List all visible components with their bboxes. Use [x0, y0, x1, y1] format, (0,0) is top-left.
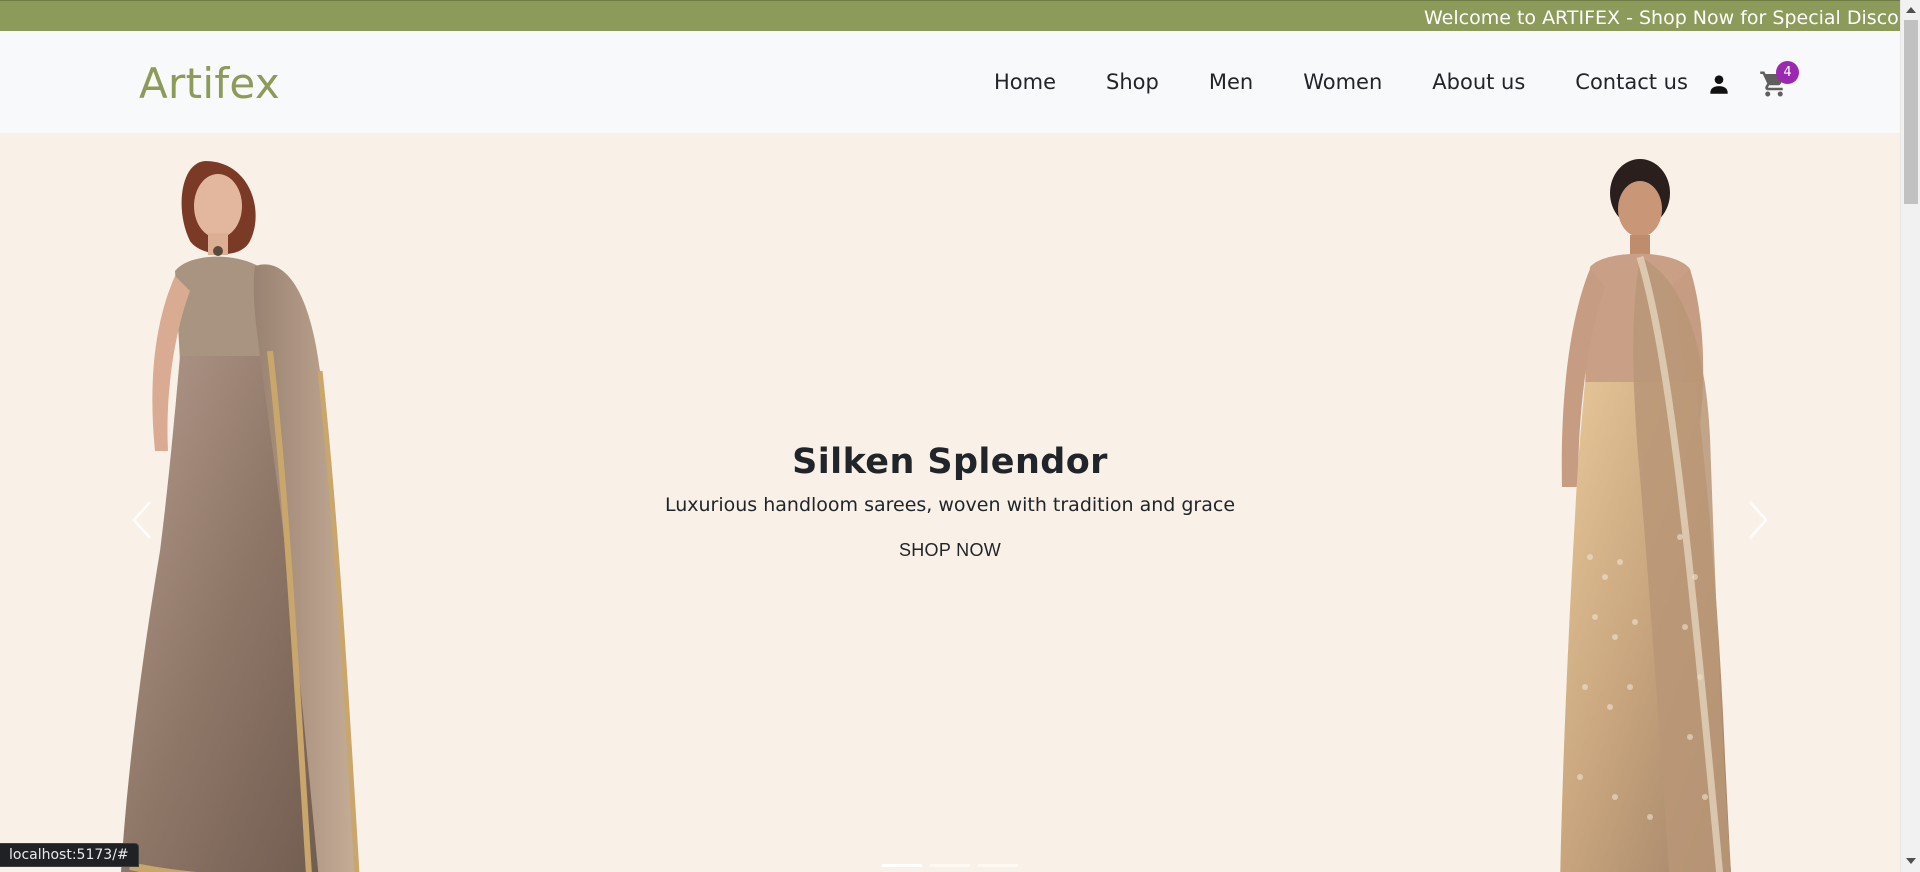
- hero-subtitle: Luxurious handloom sarees, woven with tr…: [664, 494, 1236, 516]
- nav-link-home[interactable]: Home: [994, 70, 1056, 94]
- hero-caption: Silken Splendor Luxurious handloom saree…: [650, 442, 1250, 561]
- chevron-right-icon[interactable]: [1742, 498, 1772, 542]
- navbar: Artifex Home Shop Men Women About us Con…: [0, 37, 1900, 133]
- scroll-down-arrow-icon[interactable]: [1906, 858, 1916, 864]
- announcement-text: Welcome to ARTIFEX - Shop Now for Specia…: [1424, 7, 1900, 29]
- nav-link-women[interactable]: Women: [1303, 70, 1382, 94]
- chevron-left-icon[interactable]: [128, 498, 158, 542]
- link-status-bar: localhost:5173/#: [0, 843, 139, 867]
- carousel-indicator-1[interactable]: [882, 864, 922, 867]
- carousel-indicator-2[interactable]: [930, 864, 970, 867]
- nav-links: Home Shop Men Women About us Contact us: [994, 70, 1688, 94]
- saree-model-image-left: [121, 161, 360, 872]
- hero-title: Silken Splendor: [792, 442, 1108, 482]
- nav-link-shop[interactable]: Shop: [1106, 70, 1159, 94]
- carousel-indicator-3[interactable]: [978, 864, 1018, 867]
- page-scrollbar[interactable]: [1900, 0, 1920, 872]
- nav-link-about[interactable]: About us: [1432, 70, 1525, 94]
- person-icon[interactable]: [1706, 71, 1732, 97]
- scroll-up-arrow-icon[interactable]: [1906, 7, 1916, 13]
- nav-link-contact[interactable]: Contact us: [1575, 70, 1688, 94]
- nav-link-men[interactable]: Men: [1209, 70, 1253, 94]
- scrollbar-thumb[interactable]: [1904, 20, 1918, 204]
- shop-now-button[interactable]: SHOP NOW: [899, 540, 1001, 561]
- carousel-indicators: [882, 864, 1018, 867]
- saree-model-image-right: [1560, 159, 1732, 872]
- brand-logo[interactable]: Artifex: [139, 59, 280, 108]
- cart-count-badge: 4: [1776, 61, 1799, 84]
- announcement-bar: Welcome to ARTIFEX - Shop Now for Specia…: [0, 0, 1900, 31]
- hero-carousel: Silken Splendor Luxurious handloom saree…: [0, 133, 1900, 872]
